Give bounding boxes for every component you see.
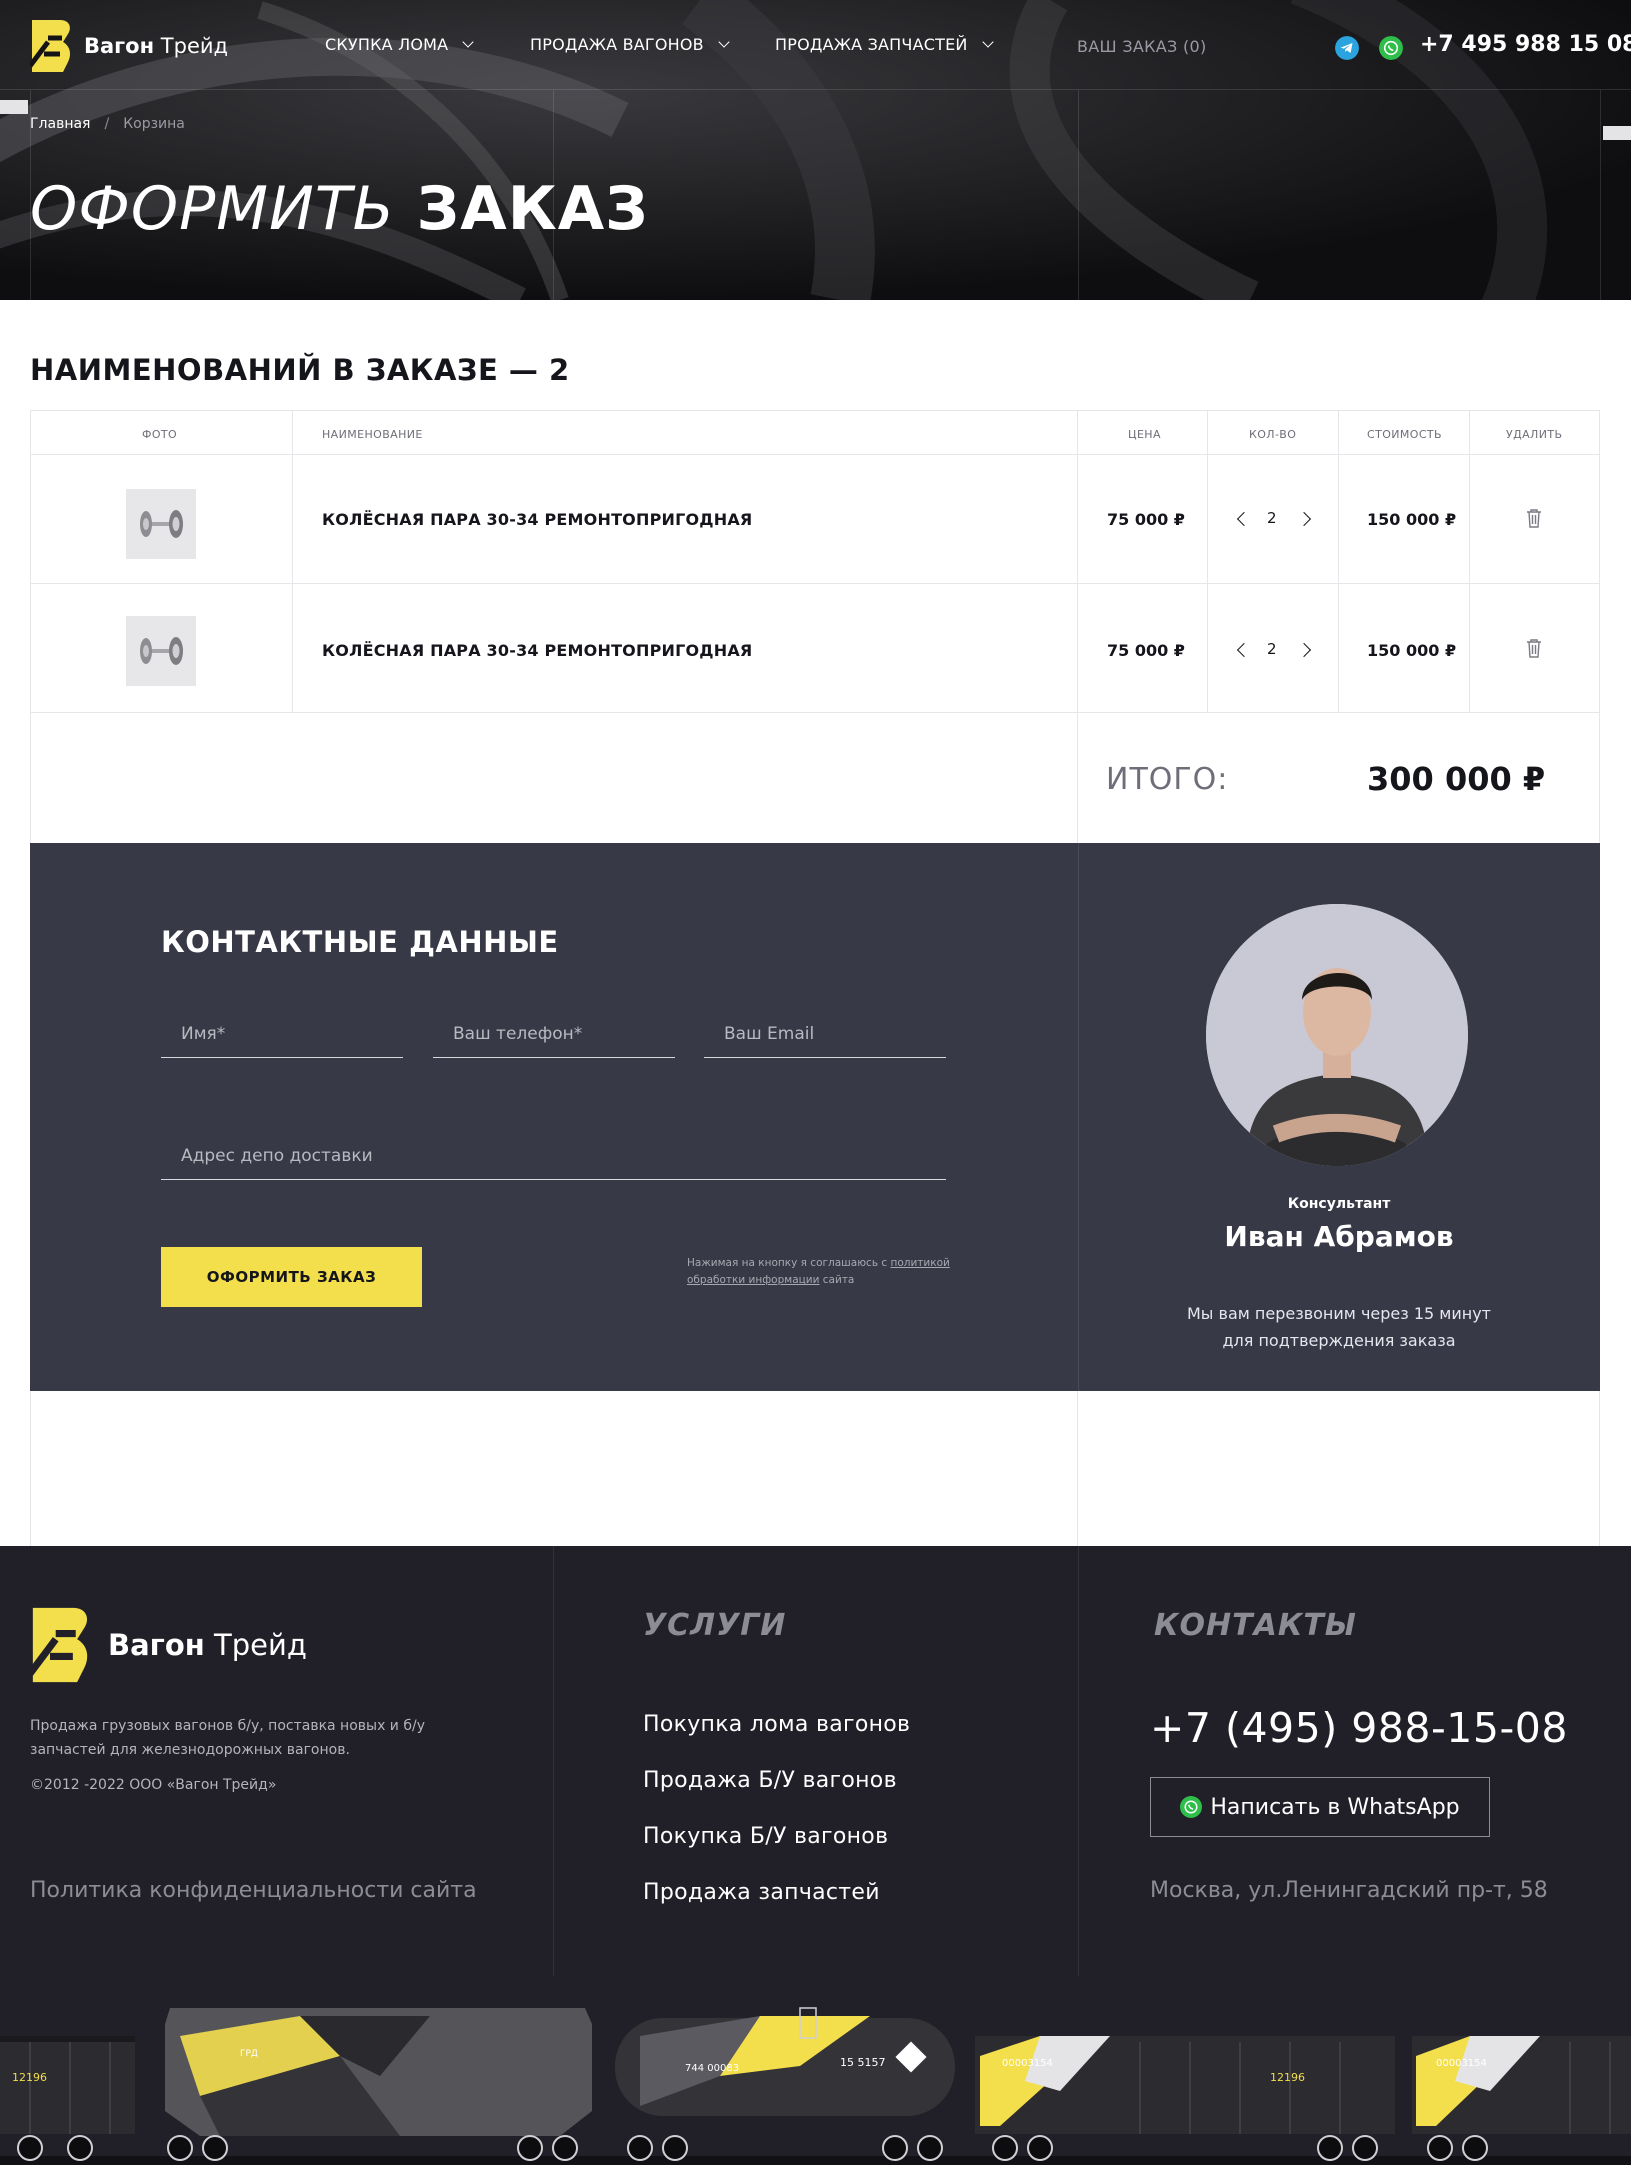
nav-item-label: ПРОДАЖА ЗАПЧАСТЕЙ — [775, 35, 968, 54]
top-navigation-bar: Вагон Трейд СКУПКА ЛОМА ПРОДАЖА ВАГОНОВ … — [0, 0, 1631, 90]
consultant-photo — [1206, 904, 1468, 1166]
table-border — [30, 583, 1600, 584]
product-photo[interactable] — [126, 489, 196, 559]
column-header-name: НАИМЕНОВАНИЕ — [322, 428, 423, 441]
footer-description: Продажа грузовых вагонов б/у, поставка н… — [30, 1718, 425, 1758]
submit-order-button[interactable]: ОФОРМИТЬ ЗАКАЗ — [161, 1247, 422, 1307]
breadcrumb-current: Корзина — [123, 116, 185, 132]
order-heading: НАИМЕНОВАНИЙ В ЗАКАЗЕ — 2 — [30, 353, 570, 387]
footer-link-parts[interactable]: Продажа запчастей — [643, 1880, 880, 1905]
grid-divider — [1600, 90, 1601, 300]
delivery-address-field[interactable] — [161, 1132, 946, 1180]
svg-text:ГРД: ГРД — [240, 2049, 258, 2059]
page-title: ОФОРМИТЬ ЗАКАЗ — [30, 174, 649, 244]
cart-link[interactable]: ВАШ ЗАКАЗ (0) — [1077, 37, 1207, 56]
row-cost: 150 000 ₽ — [1367, 510, 1457, 529]
logo-text: Вагон Трейд — [84, 34, 229, 58]
chevron-down-icon — [981, 36, 994, 48]
breadcrumb: Главная / Корзина — [30, 116, 185, 132]
wheelset-image — [140, 637, 183, 665]
whatsapp-icon[interactable] — [1379, 36, 1403, 60]
table-border — [292, 410, 293, 712]
qty-value: 2 — [1267, 640, 1277, 658]
train-illustration: 12196 ГРД 744 00083 15 5157 00003154 121… — [0, 2007, 1631, 2165]
wagon-number: 12196 — [12, 2071, 47, 2084]
table-border — [30, 410, 1600, 411]
footer-privacy-link[interactable]: Политика конфиденциальности сайта — [30, 1878, 477, 1903]
phone-field[interactable] — [433, 1010, 675, 1058]
trash-icon[interactable] — [1525, 508, 1543, 528]
grid-divider — [1078, 1546, 1079, 1976]
email-field[interactable] — [704, 1010, 946, 1058]
telegram-icon[interactable] — [1335, 36, 1359, 60]
consultant-avatar — [1206, 904, 1468, 1166]
total-label: ИТОГО: — [1106, 762, 1229, 797]
services-heading: УСЛУГИ — [643, 1608, 787, 1643]
consultant-name: Иван Абрамов — [1224, 1220, 1454, 1253]
product-photo[interactable] — [126, 616, 196, 686]
footer-address: Москва, ул.Ленингадский пр-т, 58 — [1150, 1878, 1548, 1903]
footer-phone[interactable]: +7 (495) 988-15-08 — [1150, 1704, 1568, 1752]
chevron-down-icon — [462, 36, 474, 48]
callback-note: Мы вам перезвоним через 15 минут для под… — [1186, 1304, 1491, 1350]
name-field[interactable] — [161, 1010, 403, 1058]
qty-value: 2 — [1267, 509, 1277, 527]
logo-icon — [30, 1607, 88, 1683]
whatsapp-button[interactable]: Написать в WhatsApp — [1150, 1777, 1490, 1837]
site-footer: Вагон Трейд Продажа грузовых вагонов б/у… — [0, 1546, 1631, 2165]
wheelset-image — [140, 510, 183, 538]
site-logo[interactable]: Вагон Трейд — [30, 20, 228, 72]
consultant-role: Консультант — [1287, 1196, 1391, 1212]
product-price: 75 000 ₽ — [1107, 641, 1185, 660]
footer-copyright: ©2012 -2022 ООО «Вагон Трейд» — [30, 1777, 277, 1793]
footer-link-buy-wagons[interactable]: Покупка Б/У вагонов — [643, 1824, 888, 1849]
column-header-qty: КОЛ-ВО — [1249, 428, 1297, 441]
header-phone[interactable]: +7 495 988 15 08 — [1420, 32, 1631, 57]
breadcrumb-separator: / — [104, 116, 110, 132]
table-border — [1469, 410, 1470, 712]
total-value: 300 000 ₽ — [1367, 760, 1546, 798]
nav-item-wagons[interactable]: ПРОДАЖА ВАГОНОВ — [530, 35, 730, 54]
product-price: 75 000 ₽ — [1107, 510, 1185, 529]
column-header-delete: УДАЛИТЬ — [1506, 428, 1563, 441]
contact-form-title: КОНТАКТНЫЕ ДАННЫЕ — [161, 925, 559, 959]
column-header-photo: ФОТО — [142, 428, 178, 441]
breadcrumb-home[interactable]: Главная — [30, 116, 90, 132]
contacts-heading: КОНТАКТЫ — [1154, 1608, 1357, 1643]
qty-decrease-button[interactable] — [1236, 511, 1252, 527]
consent-note: Нажимая на кнопку я соглашаюсь с политик… — [687, 1257, 950, 1286]
grid-divider — [1078, 90, 1079, 300]
wagon-number: 00003154 — [1436, 2058, 1487, 2069]
footer-link-sell-wagons[interactable]: Продажа Б/У вагонов — [643, 1768, 897, 1793]
trash-icon[interactable] — [1525, 638, 1543, 658]
qty-increase-button[interactable] — [1296, 511, 1312, 527]
table-border — [1207, 410, 1208, 712]
nav-item-parts[interactable]: ПРОДАЖА ЗАПЧАСТЕЙ — [775, 35, 994, 54]
chevron-down-icon — [718, 36, 730, 48]
footer-link-scrap[interactable]: Покупка лома вагонов — [643, 1712, 910, 1737]
nav-item-label: ПРОДАЖА ВАГОНОВ — [530, 35, 704, 54]
wagon-number: 12196 — [1270, 2071, 1305, 2084]
nav-item-scrap[interactable]: СКУПКА ЛОМА — [325, 35, 474, 54]
wagon-number: 00003154 — [1002, 2058, 1053, 2069]
logo-text: Вагон Трейд — [108, 1628, 307, 1662]
table-border — [30, 712, 1600, 713]
qty-decrease-button[interactable] — [1236, 642, 1252, 658]
product-name[interactable]: КОЛЁСНАЯ ПАРА 30-34 РЕМОНТОПРИГОДНАЯ — [322, 510, 752, 529]
grid-divider — [553, 1546, 554, 1976]
logo-icon — [30, 20, 71, 72]
table-border — [1338, 410, 1339, 712]
qty-increase-button[interactable] — [1296, 642, 1312, 658]
nav-item-label: СКУПКА ЛОМА — [325, 35, 449, 54]
hero-banner: Вагон Трейд СКУПКА ЛОМА ПРОДАЖА ВАГОНОВ … — [0, 0, 1631, 300]
footer-logo[interactable]: Вагон Трейд — [30, 1606, 307, 1684]
whatsapp-icon — [1180, 1796, 1203, 1818]
column-header-cost: СТОИМОСТЬ — [1367, 428, 1442, 441]
column-header-price: ЦЕНА — [1128, 428, 1161, 441]
table-border — [30, 454, 1600, 455]
product-name[interactable]: КОЛЁСНАЯ ПАРА 30-34 РЕМОНТОПРИГОДНАЯ — [322, 641, 752, 660]
row-cost: 150 000 ₽ — [1367, 641, 1457, 660]
wagon-number: 744 00083 — [685, 2063, 739, 2074]
wagon-number: 15 5157 — [840, 2056, 886, 2069]
